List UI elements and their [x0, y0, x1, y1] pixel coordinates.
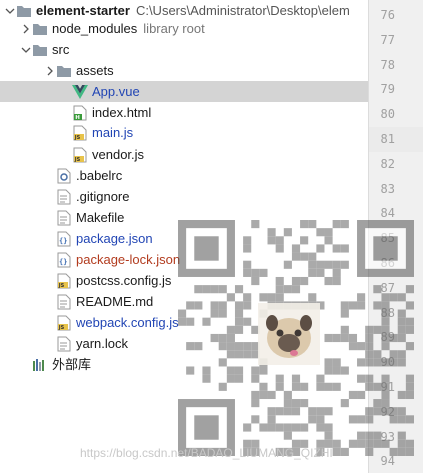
json-file-icon: {}	[56, 252, 72, 268]
line-number: 86	[380, 256, 395, 270]
tree-item-main-js[interactable]: JS main.js	[0, 122, 368, 143]
line-number: 89	[380, 330, 395, 345]
line-number: 77	[380, 32, 395, 47]
tree-item-package-lock-json[interactable]: {} package-lock.json	[0, 249, 368, 270]
text-file-icon	[56, 336, 72, 352]
tree-item-label: webpack.config.js	[76, 315, 179, 330]
tree-item-[interactable]: 外部库	[0, 354, 368, 375]
tree-item-label: .gitignore	[76, 189, 130, 204]
chevron-down-icon[interactable]	[20, 39, 32, 60]
folder-icon	[56, 63, 72, 79]
tree-item-label: 外部库	[52, 357, 92, 372]
js-file-icon: JS	[72, 147, 88, 163]
svg-text:H: H	[75, 115, 80, 121]
js-file-icon: JS	[56, 315, 72, 331]
line-number: 79	[380, 82, 395, 97]
svg-text:JS: JS	[74, 157, 81, 163]
js-file-icon: JS	[72, 125, 88, 141]
line-number: 76	[380, 8, 395, 22]
config-file-icon	[56, 168, 72, 184]
tree-item-postcss-config-js[interactable]: JS postcss.config.js	[0, 270, 368, 291]
html-file-icon: H	[72, 105, 88, 121]
line-number: 94	[380, 454, 395, 469]
tree-item-label: main.js	[92, 125, 134, 140]
folder-icon	[16, 3, 32, 19]
tree-item-label: postcss.config.js	[76, 273, 172, 288]
line-number: 92	[380, 404, 395, 419]
line-number: 82	[380, 156, 395, 171]
svg-text:JS: JS	[58, 325, 65, 331]
line-number: 84	[380, 206, 395, 221]
line-number: 81	[380, 132, 395, 146]
library-icon	[32, 357, 48, 373]
line-number: 87	[380, 280, 395, 295]
chevron-right-icon[interactable]	[20, 18, 32, 39]
tree-item-label: src	[52, 42, 70, 57]
tree-item-package-json[interactable]: {} package.json	[0, 228, 368, 249]
tree-item-node-modules[interactable]: node_modules library root	[0, 18, 368, 39]
line-number: 80	[380, 107, 395, 122]
tree-item-label: yarn.lock	[76, 336, 129, 351]
folder-icon	[32, 42, 48, 58]
line-number: 78	[380, 57, 395, 72]
project-tree-panel: element-starter C:\Users\Administrator\D…	[0, 0, 368, 473]
json-file-icon: {}	[56, 231, 72, 247]
tree-item-vendor-js[interactable]: JS vendor.js	[0, 144, 368, 165]
line-number: 85	[380, 231, 395, 246]
tree-item-label: node_modules	[52, 21, 138, 36]
tree-item-label: Makefile	[76, 210, 125, 225]
tree-item-index-html[interactable]: Hindex.html	[0, 102, 368, 123]
tree-item-label: index.html	[92, 105, 152, 120]
tree-item-readme-md[interactable]: README.md	[0, 291, 368, 312]
tree-item-label: assets	[76, 63, 114, 78]
text-file-icon	[56, 210, 72, 226]
line-number: 88	[380, 305, 395, 320]
tree-item-src[interactable]: src	[0, 39, 368, 60]
tree-item-yarn-lock[interactable]: yarn.lock	[0, 333, 368, 354]
tree-item-label: App.vue	[92, 84, 140, 99]
line-number: 93	[380, 429, 395, 444]
line-number: 90	[380, 355, 395, 370]
tree-item-assets[interactable]: assets	[0, 60, 368, 81]
line-number: 91	[380, 380, 395, 394]
svg-text:{}: {}	[59, 237, 67, 245]
tree-item-babelrc[interactable]: .babelrc	[0, 165, 368, 186]
tree-item-label: package-lock.json	[76, 252, 181, 267]
svg-text:JS: JS	[74, 135, 81, 141]
editor-line-gutter: 76 77 78 79 80 81 82 83 84 85 86 87 88 89 90 91 92 93 94	[368, 0, 423, 473]
tree-item-label: package.json	[76, 231, 153, 246]
folder-icon	[32, 21, 48, 37]
vue-logo-icon	[72, 84, 88, 100]
text-file-icon	[56, 189, 72, 205]
chevron-right-icon[interactable]	[44, 60, 56, 81]
svg-text:{}: {}	[59, 258, 67, 266]
tree-item-label: vendor.js	[92, 147, 145, 162]
tree-item-webpack-config-js[interactable]: JS webpack.config.js	[0, 312, 368, 333]
js-file-icon: JS	[56, 273, 72, 289]
line-number: 83	[380, 181, 395, 196]
svg-text:JS: JS	[58, 283, 65, 289]
tree-item-makefile[interactable]: Makefile	[0, 207, 368, 228]
tree-item-label: .babelrc	[76, 168, 123, 183]
tree-item-app-vue[interactable]: App.vue	[0, 81, 368, 102]
tree-item-suffix: library root	[143, 21, 205, 36]
text-file-icon	[56, 294, 72, 310]
tree-item-gitignore[interactable]: .gitignore	[0, 186, 368, 207]
tree-item-label: README.md	[76, 294, 154, 309]
